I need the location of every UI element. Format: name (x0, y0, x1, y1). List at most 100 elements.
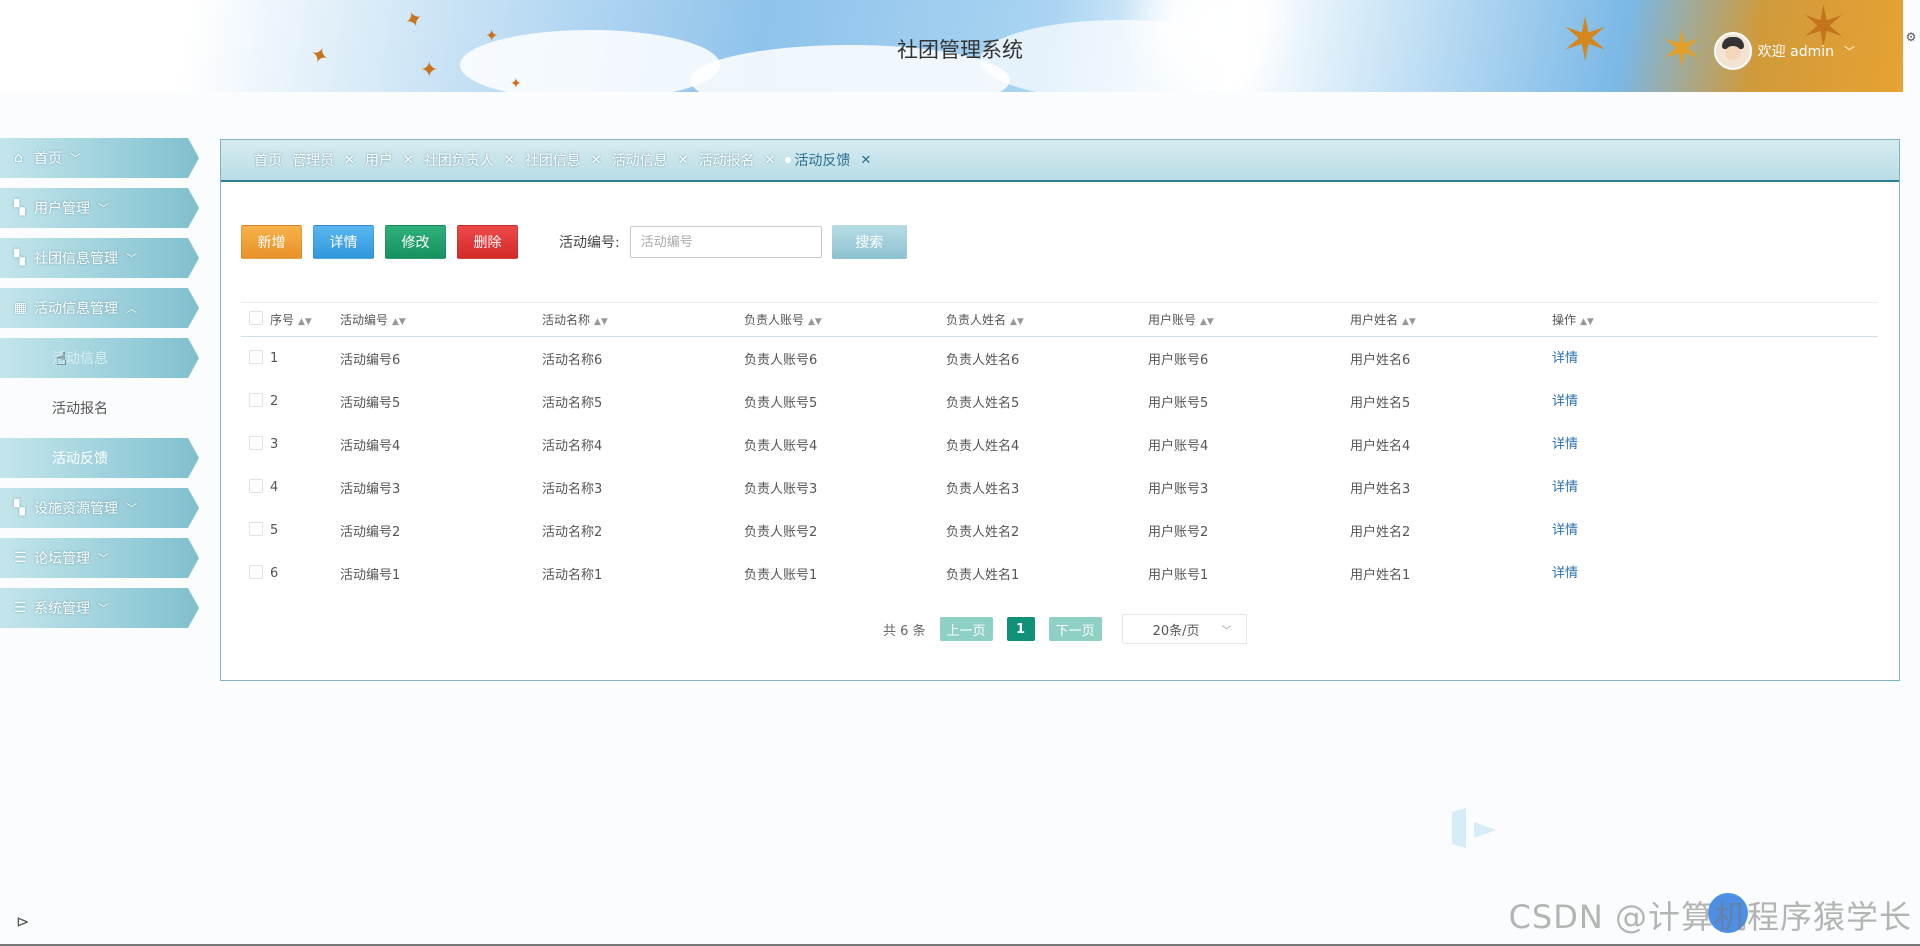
table-cell: 1 (270, 351, 279, 366)
table-cell: 活动编号4 (340, 439, 401, 454)
user-icon: ▚ (14, 200, 25, 216)
search-button[interactable]: 搜索 (831, 225, 907, 259)
grid-icon: ▦ (14, 300, 28, 316)
sidebar-item-forum-management[interactable]: ☰ 论坛管理 ﹀ (0, 538, 199, 578)
sidebar-subitem-activity-info[interactable]: 活动信息 (0, 338, 199, 378)
tab-activity-feedback[interactable]: 活动反馈 ✕ (785, 150, 871, 170)
sidebar-item-system-management[interactable]: ☰ 系统管理 ﹀ (0, 588, 199, 628)
page-number-current[interactable]: 1 (1006, 617, 1035, 641)
tab-activity-signup[interactable]: 活动报名 ✕ (699, 150, 776, 170)
sort-icon[interactable]: ▲▼ (1010, 317, 1024, 327)
table-cell-wrapper: 负责人账号6 (744, 349, 946, 368)
sort-icon[interactable]: ▲▼ (1200, 317, 1214, 327)
main-panel: 首页 管理员 ✕ 用户 ✕ 社团负责人 ✕ 社团信息 ✕ 活动信息 ✕ 活动报名… (220, 139, 1900, 681)
sidebar-item-club-info-management[interactable]: ▚ 社团信息管理 ﹀ (0, 238, 199, 278)
sidebar-item-home[interactable]: ⌂ 首页 ﹀ (0, 138, 199, 178)
column-header-actions[interactable]: 操作 ▲▼ (1552, 311, 1754, 328)
row-checkbox[interactable] (249, 564, 263, 579)
close-icon[interactable]: ✕ (678, 153, 689, 168)
table-cell: 负责人账号3 (744, 482, 818, 497)
tab-admin[interactable]: 管理员 ✕ (292, 150, 355, 170)
row-checkbox[interactable] (249, 392, 263, 407)
detail-button[interactable]: 详情 (313, 225, 374, 259)
sort-icon[interactable]: ▲▼ (392, 317, 406, 327)
table-cell-wrapper: 用户账号2 (1148, 521, 1350, 540)
search-input[interactable] (629, 226, 822, 258)
avatar[interactable] (1713, 32, 1752, 70)
row-detail-link[interactable]: 详情 (1552, 476, 1578, 495)
row-checkbox[interactable] (249, 521, 263, 536)
page-size-select[interactable]: 20条/页 ﹀ (1121, 614, 1247, 644)
table-row[interactable]: 6 活动编号1 活动名称1 负责人账号1 负责人姓名1 用户账号1 用户姓名1 详情 (241, 552, 1878, 595)
sort-icon[interactable]: ▲▼ (298, 317, 312, 327)
table-cell-wrapper: 用户账号5 (1148, 392, 1350, 411)
table-cell-wrapper: 负责人账号5 (744, 392, 946, 411)
column-header-user-account[interactable]: 用户账号 ▲▼ (1148, 311, 1350, 328)
column-header-index[interactable]: 序号 ▲▼ (270, 311, 340, 328)
tab-club-info[interactable]: 社团信息 ✕ (525, 150, 602, 170)
row-detail-link[interactable]: 详情 (1552, 519, 1578, 538)
user-greeting[interactable]: 欢迎 admin (1758, 41, 1834, 61)
column-header-label: 负责人账号 (744, 313, 805, 327)
add-button[interactable]: 新增 (241, 225, 302, 259)
table-cell-wrapper: 活动名称2 (542, 521, 744, 540)
column-header-leader-account[interactable]: 负责人账号 ▲▼ (744, 311, 946, 328)
table-row[interactable]: 5 活动编号2 活动名称2 负责人账号2 负责人姓名2 用户账号2 用户姓名2 详情 (241, 509, 1878, 552)
edit-button[interactable]: 修改 (385, 225, 446, 259)
table-cell-wrapper: 活动编号1 (340, 564, 542, 583)
tab-label: 社团负责人 (423, 153, 494, 169)
close-icon[interactable]: ✕ (403, 153, 414, 168)
table-row[interactable]: 1 活动编号6 活动名称6 负责人账号6 负责人姓名6 用户账号6 用户姓名6 详情 (241, 337, 1878, 380)
sidebar-subitem-activity-signup[interactable]: 活动报名 (0, 388, 199, 428)
close-icon[interactable]: ✕ (765, 153, 776, 168)
row-detail-link[interactable]: 详情 (1552, 562, 1578, 581)
column-header-leader-name[interactable]: 负责人姓名 ▲▼ (946, 311, 1148, 328)
table-row[interactable]: 2 活动编号5 活动名称5 负责人账号5 负责人姓名5 用户账号5 用户姓名5 详情 (241, 380, 1878, 423)
tab-activity-info[interactable]: 活动信息 ✕ (612, 150, 689, 170)
sidebar-item-user-management[interactable]: ▚ 用户管理 ﹀ (0, 188, 199, 228)
tab-bar: 首页 管理员 ✕ 用户 ✕ 社团负责人 ✕ 社团信息 ✕ 活动信息 ✕ 活动报名… (221, 140, 1899, 182)
sidebar-item-activity-info-management[interactable]: ▦ 活动信息管理 ︿ (0, 288, 199, 328)
close-icon[interactable]: ✕ (860, 153, 871, 168)
prev-page-button[interactable]: 上一页 (939, 617, 993, 641)
user-icon: ▚ (14, 250, 25, 266)
tab-label: 活动信息 (611, 153, 668, 169)
chevron-down-icon[interactable]: ﹀ (1844, 43, 1855, 59)
sort-icon[interactable]: ▲▼ (594, 317, 608, 327)
row-detail-link[interactable]: 详情 (1552, 390, 1578, 409)
tab-home[interactable]: 首页 (254, 150, 282, 170)
sidebar-item-label: 用户管理 (34, 201, 90, 217)
expand-panel-icon[interactable]: ⊳ (16, 912, 29, 931)
row-detail-link[interactable]: 详情 (1552, 347, 1578, 366)
side-tool-icon[interactable]: ⚙ (1904, 30, 1918, 44)
delete-button[interactable]: 删除 (457, 225, 518, 259)
table-cell-wrapper: 详情 (1552, 437, 1754, 452)
row-checkbox[interactable] (249, 478, 263, 493)
table-cell-wrapper: 1 (270, 351, 340, 366)
column-header-activity-no[interactable]: 活动编号 ▲▼ (340, 311, 542, 328)
close-icon[interactable]: ✕ (344, 153, 355, 168)
row-checkbox[interactable] (249, 349, 263, 364)
column-header-activity-name[interactable]: 活动名称 ▲▼ (542, 311, 744, 328)
column-header-user-name[interactable]: 用户姓名 ▲▼ (1350, 311, 1552, 328)
table-cell: 活动编号3 (340, 482, 401, 497)
tab-club-leader[interactable]: 社团负责人 ✕ (424, 150, 515, 170)
chevron-down-icon: ﹀ (126, 502, 137, 515)
sort-icon[interactable]: ▲▼ (1580, 317, 1594, 327)
table-row[interactable]: 4 活动编号3 活动名称3 负责人账号3 负责人姓名3 用户账号3 用户姓名3 详情 (241, 466, 1878, 509)
sort-icon[interactable]: ▲▼ (808, 317, 822, 327)
close-icon[interactable]: ✕ (504, 153, 515, 168)
table-cell: 活动编号5 (340, 396, 401, 411)
tab-user[interactable]: 用户 ✕ (365, 150, 414, 170)
select-all-checkbox[interactable] (249, 311, 263, 325)
sort-icon[interactable]: ▲▼ (1402, 317, 1416, 327)
sidebar-item-facility-management[interactable]: ▚ 设施资源管理 ﹀ (0, 488, 199, 528)
table-cell: 用户账号6 (1148, 353, 1209, 368)
close-icon[interactable]: ✕ (591, 153, 602, 168)
row-checkbox[interactable] (249, 435, 263, 450)
table-row[interactable]: 3 活动编号4 活动名称4 负责人账号4 负责人姓名4 用户账号4 用户姓名4 详情 (241, 423, 1878, 466)
sidebar-subitem-activity-feedback[interactable]: 活动反馈 (0, 438, 199, 478)
next-page-button[interactable]: 下一页 (1048, 617, 1102, 641)
row-detail-link[interactable]: 详情 (1552, 433, 1578, 452)
user-menu[interactable]: 欢迎 admin ﹀ (1713, 32, 1855, 70)
